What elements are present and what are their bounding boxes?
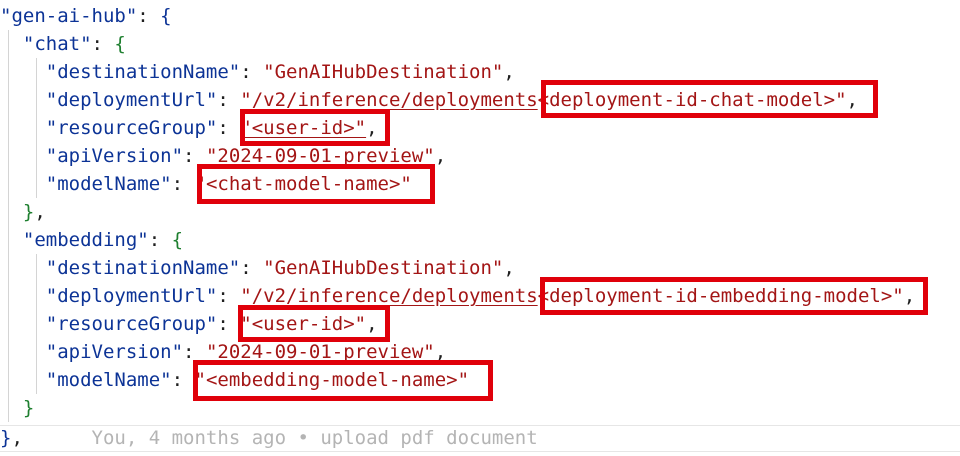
json-value: "2024-09-01-preview" <box>205 145 435 167</box>
json-key: "apiVersion" <box>45 341 184 363</box>
json-key: "deploymentUrl" <box>45 285 218 307</box>
json-value: "/v2/inference/deployments <box>240 285 538 307</box>
code-line-9[interactable]: "embedding": { <box>0 226 183 254</box>
json-key: "deploymentUrl" <box>45 89 218 111</box>
json-value: "<chat-model-name>" <box>194 173 412 195</box>
code-line-8[interactable]: }, <box>0 198 46 226</box>
code-line-11[interactable]: "deploymentUrl": "/v2/inference/deployme… <box>0 282 915 310</box>
json-value: "<user-id>" <box>240 313 367 335</box>
code-editor[interactable]: "gen-ai-hub": { "chat": { "destinationNa… <box>0 0 960 456</box>
json-value: "<embedding-model-name>" <box>194 369 470 391</box>
json-value: "GenAIHubDestination" <box>263 257 504 279</box>
code-line-4[interactable]: "deploymentUrl": "/v2/inference/deployme… <box>0 86 858 114</box>
json-key: "destinationName" <box>45 257 241 279</box>
code-line-13[interactable]: "apiVersion": "2024-09-01-preview", <box>0 338 446 366</box>
code-line-6[interactable]: "apiVersion": "2024-09-01-preview", <box>0 142 446 170</box>
json-key: "embedding" <box>22 229 149 251</box>
git-blame-annotation: You, 4 months ago • upload pdf document <box>91 427 538 449</box>
json-value: "2024-09-01-preview" <box>205 341 435 363</box>
code-line-5[interactable]: "resourceGroup": "<user-id>", <box>0 114 378 142</box>
code-line-15[interactable]: } <box>0 394 34 422</box>
json-key: "gen-ai-hub" <box>0 5 138 27</box>
json-value: "GenAIHubDestination" <box>263 61 504 83</box>
json-key: "resourceGroup" <box>45 117 218 139</box>
json-key: "chat" <box>22 33 92 55</box>
json-key: "destinationName" <box>45 61 241 83</box>
code-line-10[interactable]: "destinationName": "GenAIHubDestination"… <box>0 254 515 282</box>
json-key: "resourceGroup" <box>45 313 218 335</box>
code-line-2[interactable]: "chat": { <box>0 30 126 58</box>
json-key: "modelName" <box>45 369 172 391</box>
json-value: <deployment-id-embedding-model>" <box>537 285 904 307</box>
json-key: "modelName" <box>45 173 172 195</box>
code-line-7[interactable]: "modelName": "<chat-model-name>" <box>0 170 412 198</box>
code-line-16[interactable]: }, You, 4 months ago • upload pdf docume… <box>0 424 538 452</box>
code-line-1[interactable]: "gen-ai-hub": { <box>0 2 172 30</box>
code-line-14[interactable]: "modelName": "<embedding-model-name>" <box>0 366 469 394</box>
code-line-3[interactable]: "destinationName": "GenAIHubDestination"… <box>0 58 515 86</box>
json-key: "apiVersion" <box>45 145 184 167</box>
json-value: "/v2/inference/deployments <box>240 89 538 111</box>
json-value: "<user-id>" <box>240 117 367 139</box>
code-line-12[interactable]: "resourceGroup": "<user-id>", <box>0 310 378 338</box>
json-value: <deployment-id-chat-model>" <box>537 89 847 111</box>
